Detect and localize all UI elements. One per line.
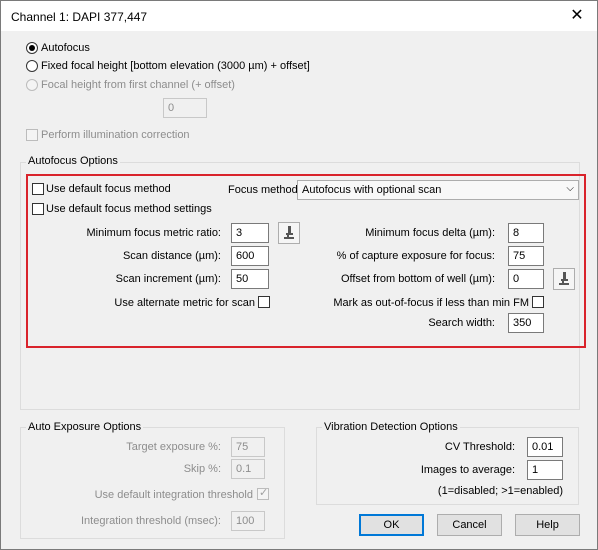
skip-input[interactable]: 0.1: [231, 459, 265, 479]
alternate-metric-label: Use alternate metric for scan: [114, 297, 255, 309]
capture-exposure-input[interactable]: 75: [508, 246, 544, 266]
scan-increment-label: Scan increment (µm):: [115, 273, 221, 285]
focal-offset-input[interactable]: 0: [163, 98, 207, 118]
use-default-method-checkbox[interactable]: [32, 183, 44, 195]
focus-method-label: Focus method:: [228, 184, 301, 196]
images-average-label: Images to average:: [420, 464, 515, 476]
close-icon[interactable]: ✕: [567, 6, 587, 26]
min-metric-ratio-label: Minimum focus metric ratio:: [86, 227, 221, 239]
scan-increment-input[interactable]: 50: [231, 269, 269, 289]
focus-method-select[interactable]: Autofocus with optional scan ⌵: [297, 180, 579, 200]
integration-threshold-input[interactable]: 100: [231, 511, 265, 531]
focus-method-value: Autofocus with optional scan: [302, 184, 442, 196]
cv-threshold-input[interactable]: 0.01: [527, 437, 563, 457]
mark-out-of-focus-label: Mark as out-of-focus if less than min FM: [333, 297, 529, 309]
title-bar: Channel 1: DAPI 377,447 ✕: [1, 1, 597, 31]
auto-exposure-title: Auto Exposure Options: [26, 421, 144, 433]
capture-exposure-label: % of capture exposure for focus:: [336, 250, 495, 262]
scan-distance-input[interactable]: 600: [231, 246, 269, 266]
illumination-correction-checkbox[interactable]: [26, 129, 38, 141]
microscope-icon[interactable]: [278, 222, 300, 244]
microscope-icon[interactable]: [553, 268, 575, 290]
target-exposure-input[interactable]: 75: [231, 437, 265, 457]
use-default-settings-label: Use default focus method settings: [46, 203, 212, 215]
window-title: Channel 1: DAPI 377,447: [11, 10, 148, 24]
search-width-input[interactable]: 350: [508, 313, 544, 333]
autofocus-options-title: Autofocus Options: [26, 155, 120, 167]
target-exposure-label: Target exposure %:: [126, 441, 221, 453]
autofocus-radio[interactable]: [26, 42, 38, 54]
use-default-method-label: Use default focus method: [46, 183, 171, 195]
alternate-metric-checkbox[interactable]: [258, 296, 270, 308]
autofocus-label: Autofocus: [41, 42, 90, 54]
offset-bottom-label: Offset from bottom of well (µm):: [340, 273, 495, 285]
first-channel-label: Focal height from first channel (+ offse…: [41, 79, 235, 91]
vibration-note: (1=disabled; >1=enabled): [437, 485, 563, 497]
channel-settings-dialog: Channel 1: DAPI 377,447 ✕ Autofocus Fixe…: [0, 0, 598, 550]
illumination-correction-label: Perform illumination correction: [41, 129, 190, 141]
min-delta-label: Minimum focus delta (µm):: [365, 227, 495, 239]
mark-out-of-focus-checkbox[interactable]: [532, 296, 544, 308]
images-average-input[interactable]: 1: [527, 460, 563, 480]
ok-button[interactable]: OK: [359, 514, 424, 536]
cancel-button[interactable]: Cancel: [437, 514, 502, 536]
fixed-focal-height-label: Fixed focal height [bottom elevation (30…: [41, 60, 310, 72]
first-channel-radio[interactable]: [26, 79, 38, 91]
offset-bottom-input[interactable]: 0: [508, 269, 544, 289]
min-metric-ratio-input[interactable]: 3: [231, 223, 269, 243]
scan-distance-label: Scan distance (µm):: [122, 250, 221, 262]
vibration-title: Vibration Detection Options: [322, 421, 460, 433]
chevron-down-icon: ⌵: [566, 183, 574, 194]
default-integration-label: Use default integration threshold: [94, 489, 253, 501]
integration-threshold-label: Integration threshold (msec):: [80, 515, 221, 527]
search-width-label: Search width:: [428, 317, 495, 329]
min-delta-input[interactable]: 8: [508, 223, 544, 243]
cv-threshold-label: CV Threshold:: [444, 441, 515, 453]
skip-label: Skip %:: [183, 463, 221, 475]
help-button[interactable]: Help: [515, 514, 580, 536]
fixed-focal-height-radio[interactable]: [26, 60, 38, 72]
use-default-settings-checkbox[interactable]: [32, 203, 44, 215]
default-integration-checkbox[interactable]: [257, 486, 269, 500]
